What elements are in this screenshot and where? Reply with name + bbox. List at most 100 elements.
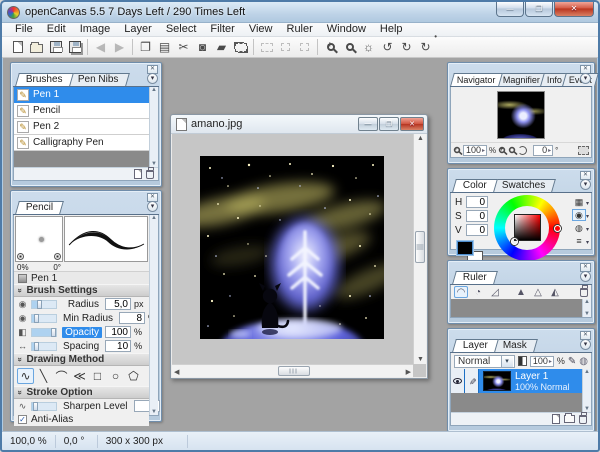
tip-dial-right-icon[interactable]: [54, 253, 61, 260]
redo-all-icon[interactable]: ↻: [416, 38, 435, 56]
tab-layer[interactable]: Layer: [452, 339, 499, 352]
parallel-ruler-outline-icon[interactable]: △: [531, 286, 545, 298]
navigator-menu-icon[interactable]: [580, 73, 591, 84]
close-button[interactable]: [554, 2, 594, 17]
color-mode-ball-icon[interactable]: ◍: [573, 223, 589, 233]
tab-pencil[interactable]: Pencil: [15, 201, 64, 214]
layer-row-1[interactable]: ✎ Layer 1 100% Normal: [451, 369, 582, 393]
radius-slider[interactable]: [31, 300, 57, 309]
color-menu-icon[interactable]: [580, 179, 591, 190]
brush-item-pen2[interactable]: Pen 2: [14, 119, 149, 135]
radius-value[interactable]: [105, 298, 131, 310]
menu-ruler[interactable]: Ruler: [280, 23, 320, 36]
opacity-slider[interactable]: [31, 328, 57, 337]
navigator-thumbnail[interactable]: [497, 91, 545, 139]
nav-zoom-in-icon[interactable]: +: [499, 147, 505, 153]
hue-marker[interactable]: [554, 225, 561, 232]
canvas-close-button[interactable]: [400, 117, 424, 131]
tab-ruler[interactable]: Ruler: [452, 271, 498, 284]
polygon-icon[interactable]: ⬠: [125, 368, 142, 384]
visibility-cell[interactable]: [451, 369, 465, 393]
layer-settings-icon[interactable]: ◍: [579, 356, 588, 367]
delete-layer-icon[interactable]: [579, 415, 587, 424]
delete-brush-icon[interactable]: [146, 170, 154, 179]
ruler-menu-icon[interactable]: [580, 271, 591, 282]
tab-color[interactable]: Color: [452, 179, 498, 192]
brush-item-pencil[interactable]: Pencil: [14, 103, 149, 119]
copy-icon[interactable]: ❐: [136, 38, 155, 56]
menu-edit[interactable]: Edit: [40, 23, 73, 36]
menu-help[interactable]: Help: [373, 23, 410, 36]
redo-icon[interactable]: ↻: [397, 38, 416, 56]
sharpen-slider[interactable]: [31, 402, 57, 411]
opacity-value[interactable]: [105, 326, 131, 338]
curve-icon[interactable]: ⌒: [53, 368, 70, 384]
paint-cell[interactable]: ✎: [465, 369, 479, 393]
sv-square[interactable]: [514, 214, 541, 241]
line-icon[interactable]: ╲: [35, 368, 52, 384]
layer-menu-icon[interactable]: [580, 339, 591, 350]
menu-view[interactable]: View: [242, 23, 280, 36]
tab-pen-nibs[interactable]: Pen Nibs: [67, 73, 129, 86]
new-layer-folder-icon[interactable]: [564, 415, 575, 423]
curve-ruler-icon[interactable]: ◠: [454, 286, 468, 298]
color-mode-wheel-icon[interactable]: ◉: [573, 210, 589, 220]
canvas-area[interactable]: [172, 134, 413, 364]
brush-list-scrollbar[interactable]: ▲▼: [149, 87, 158, 167]
spacing-slider[interactable]: [31, 342, 57, 351]
rectangle-icon[interactable]: □: [89, 368, 106, 384]
canvas-image[interactable]: [200, 156, 384, 339]
brush-tip-preview[interactable]: [15, 216, 63, 262]
canvas-titlebar[interactable]: amano.jpg: [171, 115, 427, 134]
tip-dial-left-icon[interactable]: [17, 253, 24, 260]
cut-icon[interactable]: ✂: [174, 38, 193, 56]
canvas-vscrollbar[interactable]: ▲▼: [413, 134, 426, 364]
tab-magnifier[interactable]: Magnifier: [496, 73, 547, 86]
undo-icon[interactable]: ↺: [378, 38, 397, 56]
brushes-menu-icon[interactable]: [147, 73, 158, 84]
menu-window[interactable]: Window: [320, 23, 373, 36]
section-stroke-option[interactable]: Stroke Option: [14, 386, 149, 399]
hue-wheel[interactable]: [494, 195, 560, 261]
menu-filter[interactable]: Filter: [203, 23, 241, 36]
menu-file[interactable]: File: [8, 23, 40, 36]
maximize-button[interactable]: [525, 2, 553, 17]
section-brush-settings[interactable]: Brush Settings: [14, 284, 149, 297]
anti-alias-checkbox[interactable]: [18, 415, 27, 424]
foreground-color-swatch[interactable]: [457, 241, 473, 255]
tab-navigator[interactable]: Navigator: [450, 73, 502, 86]
new-layer-icon[interactable]: [552, 414, 560, 424]
stamp-icon[interactable]: ◙: [193, 38, 212, 56]
triangle-ruler-icon[interactable]: ◿: [488, 286, 502, 298]
nav-zoom-field[interactable]: 100▸: [463, 145, 487, 156]
blend-mode-select[interactable]: Normal: [454, 355, 515, 368]
layer-scrollbar[interactable]: ▲▼: [582, 369, 591, 412]
brightness-icon[interactable]: ☼: [359, 38, 378, 56]
sv-marker[interactable]: [511, 238, 518, 245]
paste-icon[interactable]: ▤: [155, 38, 174, 56]
tab-mask[interactable]: Mask: [492, 339, 538, 352]
value-field[interactable]: [466, 224, 488, 236]
select-transform-icon[interactable]: [231, 38, 250, 56]
canvas-minimize-button[interactable]: [358, 117, 378, 131]
minimize-button[interactable]: [496, 2, 524, 17]
eraser-icon[interactable]: ▰: [212, 38, 231, 56]
tab-brushes[interactable]: Brushes: [15, 73, 73, 86]
section-drawing-method[interactable]: Drawing Method: [14, 353, 149, 366]
lock-pixels-icon[interactable]: ✎: [568, 356, 576, 367]
min-radius-value[interactable]: [119, 312, 145, 324]
ellipse-ruler-icon[interactable]: ◔: [471, 286, 485, 298]
canvas-maximize-button[interactable]: [379, 117, 399, 131]
menu-layer[interactable]: Layer: [117, 23, 159, 36]
polyline-icon[interactable]: ≪: [71, 368, 88, 384]
brush-item-calligraphy[interactable]: Calligraphy Pen: [14, 135, 149, 151]
settings-scrollbar[interactable]: ▲▼: [149, 215, 158, 415]
color-mode-sliders-icon[interactable]: ≡: [573, 236, 589, 246]
min-radius-slider[interactable]: [31, 314, 57, 323]
nav-rotate-icon[interactable]: [518, 146, 527, 155]
save-icon[interactable]: [46, 38, 65, 56]
menu-select[interactable]: Select: [159, 23, 204, 36]
layer-thumbnail[interactable]: [483, 371, 511, 391]
new-brush-icon[interactable]: [134, 169, 142, 179]
brush-item-pen1[interactable]: Pen 1: [14, 87, 149, 103]
